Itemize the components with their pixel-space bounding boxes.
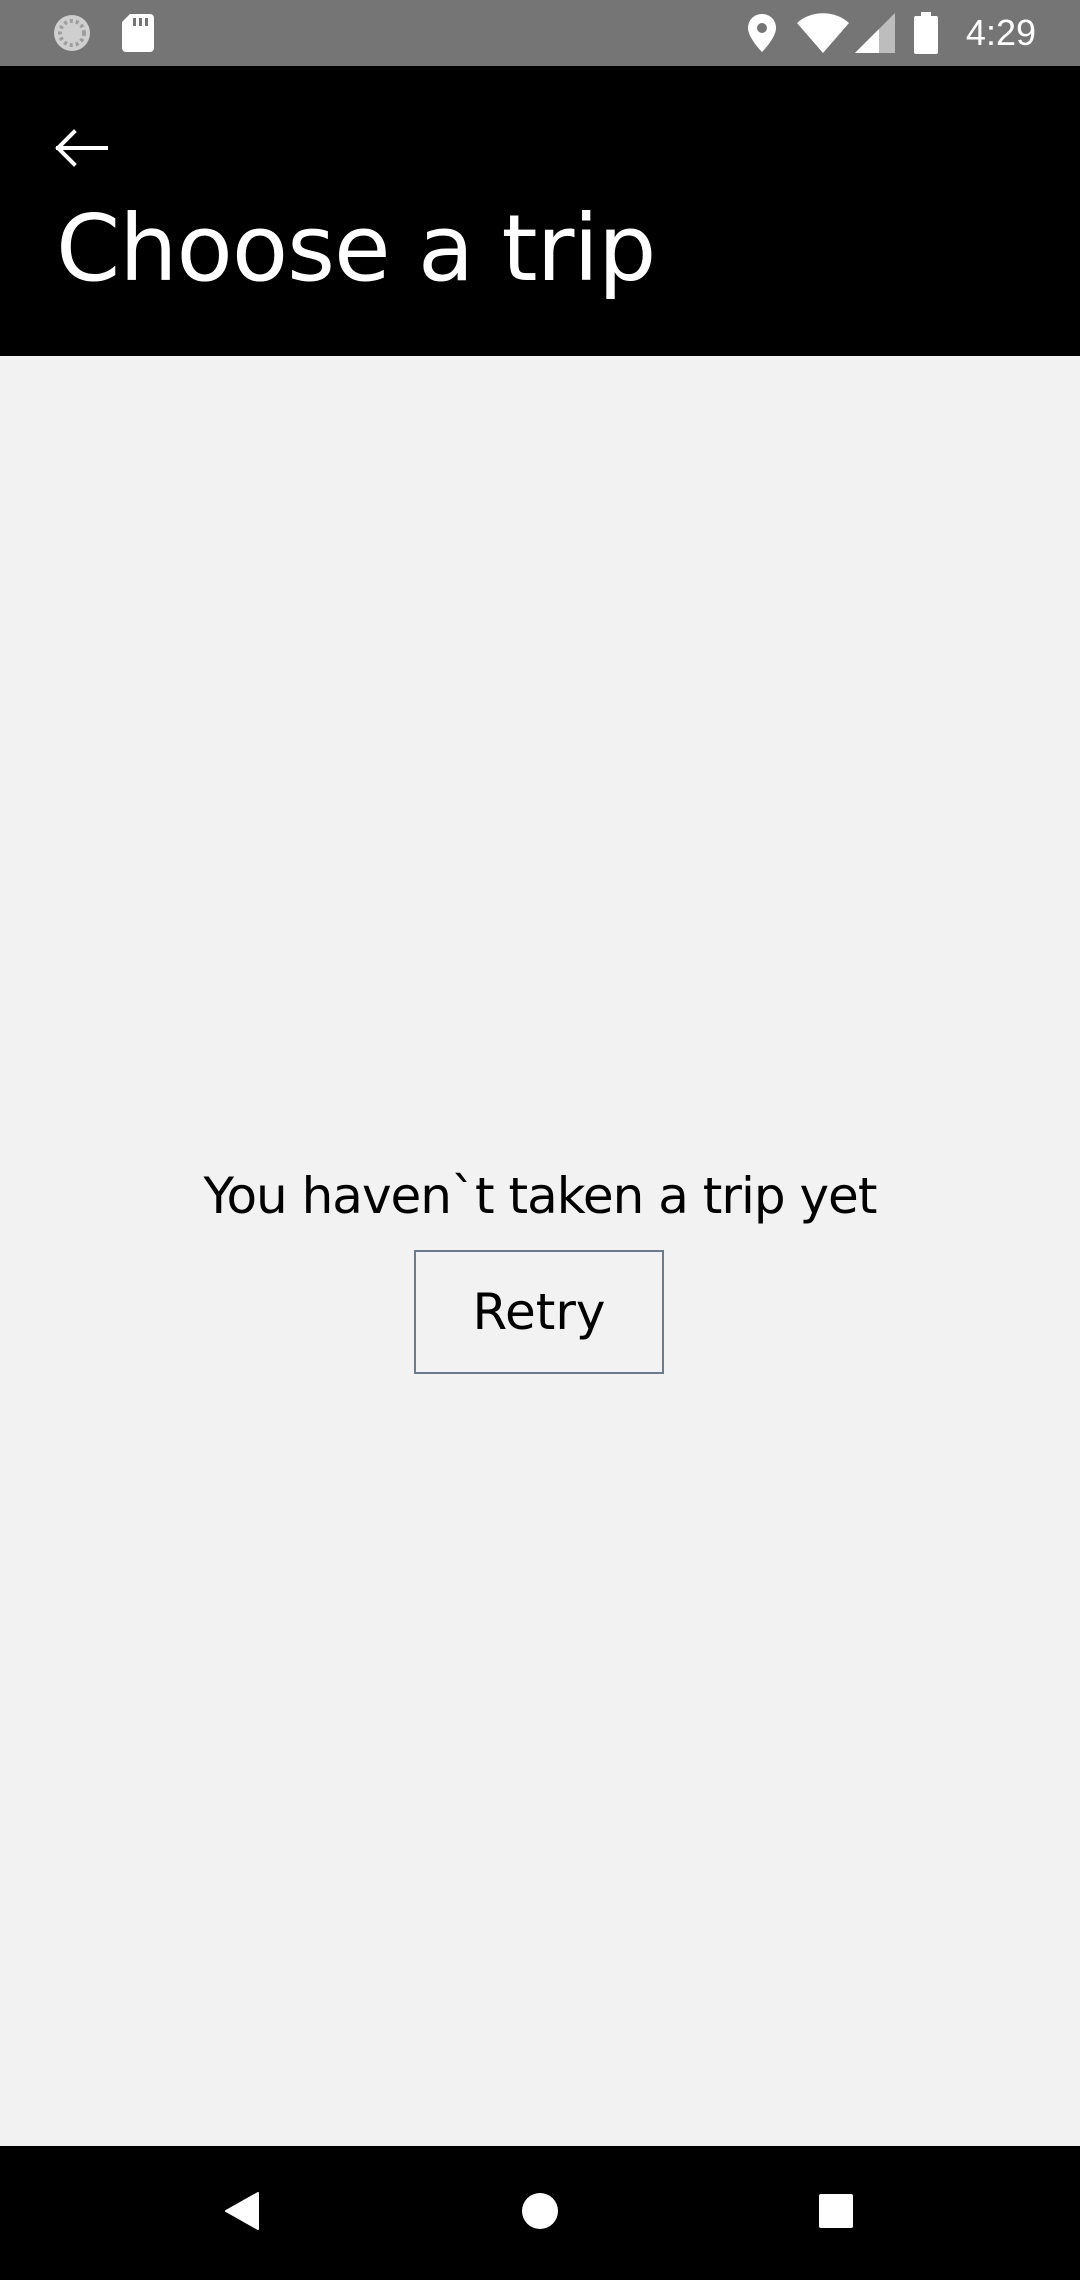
triangle-back-icon	[224, 2191, 260, 2236]
nav-recents-button[interactable]	[776, 2146, 896, 2280]
settings-spinner-icon	[50, 0, 94, 66]
sd-card-icon	[120, 0, 156, 66]
navigation-bar	[0, 2146, 1080, 2280]
circle-home-icon	[520, 2191, 560, 2236]
square-recents-icon	[818, 2193, 854, 2234]
wifi-icon	[796, 0, 850, 66]
app-bar: Choose a trip	[0, 66, 1080, 356]
cell-signal-icon	[854, 0, 896, 66]
nav-back-button[interactable]	[182, 2146, 302, 2280]
status-time: 4:29	[965, 12, 1036, 53]
nav-home-button[interactable]	[480, 2146, 600, 2280]
arrow-left-icon	[52, 128, 108, 173]
status-bar: 4:29	[0, 0, 1080, 66]
page-title: Choose a trip	[56, 195, 656, 302]
retry-button[interactable]: Retry	[414, 1250, 664, 1374]
main-content: You haven`t taken a trip yet Retry	[0, 356, 1080, 2146]
empty-state-message: You haven`t taken a trip yet	[203, 1167, 878, 1225]
battery-icon	[912, 0, 940, 66]
back-button[interactable]	[44, 114, 116, 186]
location-icon	[744, 0, 780, 66]
